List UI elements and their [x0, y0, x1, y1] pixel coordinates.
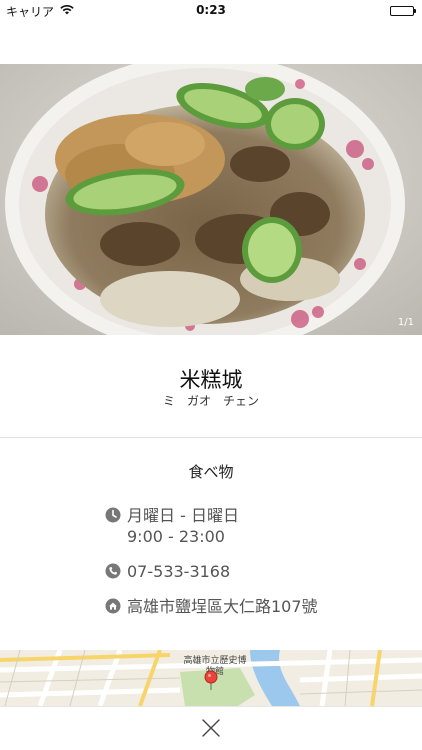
home-icon: [105, 598, 121, 614]
phone-row[interactable]: 07-533-3168: [105, 561, 345, 582]
close-icon: [202, 719, 220, 737]
place-category: 食べ物: [188, 463, 234, 481]
bottom-bar: [0, 706, 422, 750]
status-bar: キャリア 0:23: [0, 0, 422, 22]
food-photo-image: [0, 64, 422, 335]
address-text[interactable]: 高雄市鹽埕區大仁路107號: [127, 596, 318, 617]
phone-icon: [105, 563, 121, 579]
status-time: 0:23: [196, 3, 226, 17]
hours-row: 月曜日 - 日曜日 9:00 - 23:00: [105, 505, 345, 547]
clock-icon: [105, 507, 121, 523]
close-button[interactable]: [198, 715, 224, 741]
divider: [0, 437, 422, 438]
battery-icon: [390, 6, 416, 16]
map-pin-icon[interactable]: [204, 670, 218, 690]
phone-number[interactable]: 07-533-3168: [127, 561, 230, 582]
address-row[interactable]: 高雄市鹽埕區大仁路107號: [105, 596, 345, 617]
map-view[interactable]: 高雄市立歷史博物館: [0, 650, 422, 706]
photo-counter: 1/1: [397, 317, 414, 328]
hours-days: 月曜日 - 日曜日: [127, 506, 239, 525]
hours-text: 月曜日 - 日曜日 9:00 - 23:00: [127, 505, 239, 547]
food-photo[interactable]: 1/1: [0, 64, 422, 335]
hours-time: 9:00 - 23:00: [127, 527, 225, 546]
place-reading: ミ ガオ チェン: [162, 394, 259, 408]
place-name: 米糕城: [179, 368, 243, 392]
